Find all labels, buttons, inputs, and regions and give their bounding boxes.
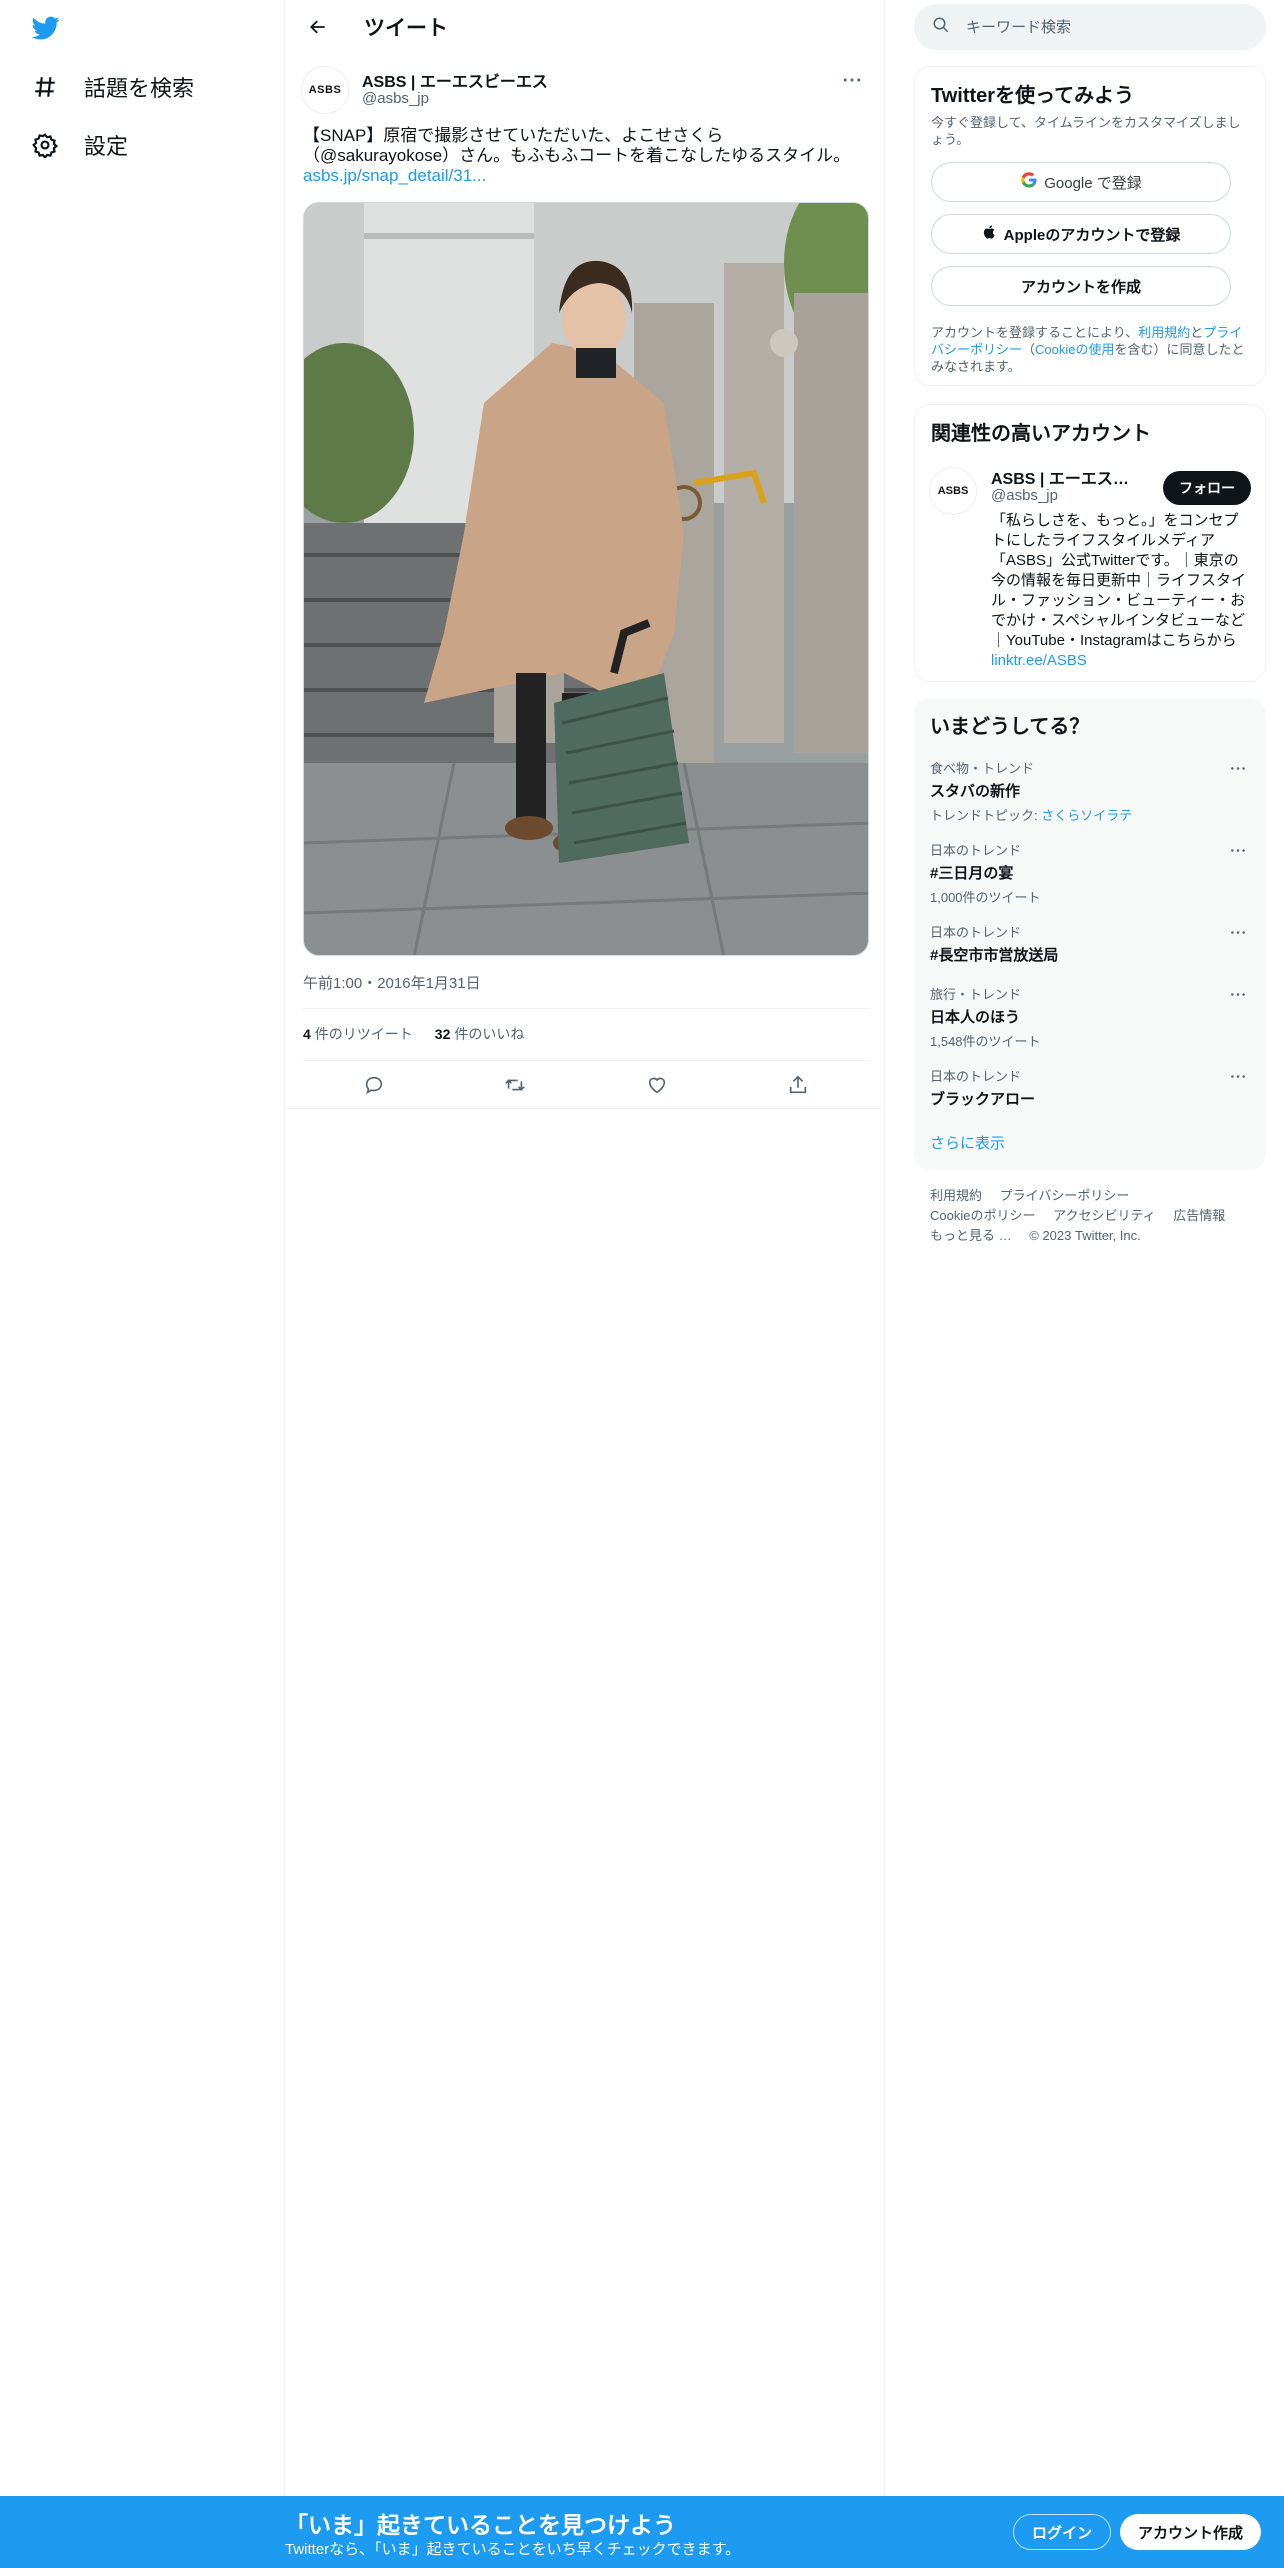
related-accounts-card: 関連性の高いアカウント ASBS ASBS | エーエスビ... @asbs_j… — [914, 404, 1266, 682]
tweet-body: 【SNAP】原宿で撮影させていただいた、よこせさくら（@sakurayokose… — [303, 126, 869, 186]
retweet-icon[interactable] — [495, 1065, 535, 1105]
trend-item[interactable]: 日本のトレンド #長空市市営放送局 — [930, 922, 1250, 965]
create-account-button[interactable]: アカウントを作成 — [931, 266, 1231, 306]
twitter-logo-icon[interactable] — [30, 14, 66, 44]
footer-link[interactable]: アクセシビリティ — [1053, 1208, 1156, 1223]
terms-link[interactable]: 利用規約 — [1138, 325, 1190, 340]
trend-count: 1,000件のツイート — [930, 890, 1041, 905]
bio-link[interactable]: linktr.ee/ASBS — [991, 651, 1253, 671]
more-options-icon[interactable] — [835, 68, 869, 92]
footer-link[interactable]: 広告情報 — [1173, 1208, 1225, 1223]
trend-meta: 日本のトレンド — [930, 1069, 1022, 1084]
like-count[interactable]: 32 件のいいね — [435, 1024, 525, 1044]
divider — [285, 1108, 885, 1109]
trend-count: 1,548件のツイート — [930, 1034, 1041, 1049]
left-navigation: 話題を検索 設定 — [0, 0, 285, 2496]
more-options-icon[interactable] — [1226, 1068, 1250, 1084]
trend-item[interactable]: 旅行・トレンド 日本人のほう 1,548件のツイート — [930, 984, 1250, 1050]
google-signup-button[interactable]: Google で登録 — [931, 162, 1231, 202]
tweet-link[interactable]: asbs.jp/snap_detail/31... — [303, 166, 869, 186]
related-account-name[interactable]: ASBS | エーエスビ... — [991, 465, 1141, 489]
google-signup-label: Google で登録 — [1044, 174, 1142, 192]
signup-title: Twitterを使ってみよう — [931, 85, 1135, 107]
trend-item[interactable]: 日本のトレンド #三日月の宴 1,000件のツイート — [930, 840, 1250, 906]
avatar[interactable]: ASBS — [929, 467, 977, 515]
trend-meta: 日本のトレンド — [930, 925, 1022, 940]
footer-link[interactable]: プライバシーポリシー — [1000, 1188, 1130, 1203]
trend-meta: 旅行・トレンド — [930, 987, 1022, 1002]
create-account-label: アカウントを作成 — [1020, 278, 1141, 296]
copyright: © 2023 Twitter, Inc. — [1029, 1228, 1141, 1243]
main-column: ツイート ASBS ASBS | エーエスビーエス @asbs_jp 【SNAP… — [285, 0, 885, 2496]
trend-topic-link[interactable]: さくらソイラテ — [1041, 808, 1132, 823]
show-more-link[interactable]: さらに表示 — [930, 1132, 1005, 1153]
footer: 利用規約 プライバシーポリシー Cookieのポリシー アクセシビリティ 広告情… — [930, 1186, 1250, 1246]
nav-explore[interactable]: 話題を検索 — [30, 67, 194, 107]
nav-explore-label: 話題を検索 — [84, 76, 195, 101]
trend-name: ブラックアロー — [930, 1091, 1036, 1108]
cookie-link[interactable]: Cookieの使用 — [1035, 342, 1114, 357]
search-icon — [932, 16, 950, 39]
tweet-stats: 4 件のリツイート 32 件のいいね — [303, 1024, 524, 1044]
signup-card: Twitterを使ってみよう 今すぐ登録して、タイムラインをカスタマイズしましょ… — [914, 66, 1266, 386]
share-icon[interactable] — [778, 1065, 818, 1105]
tweet-author: ASBS ASBS | エーエスビーエス @asbs_jp — [301, 66, 869, 116]
login-button[interactable]: ログイン — [1013, 2514, 1112, 2550]
more-options-icon[interactable] — [1226, 986, 1250, 1002]
terms-text: アカウントを登録することにより、利用規約とプライバシーポリシー（Cookieの使… — [931, 325, 1245, 374]
tweet-timestamp[interactable]: 午前1:00・2016年1月31日 — [303, 972, 481, 993]
related-account-bio: 「私らしさを、もっと。」をコンセプトにしたライフスタイルメディア「ASBS」公式… — [991, 511, 1253, 671]
avatar[interactable]: ASBS — [301, 66, 349, 114]
footer-link[interactable]: 利用規約 — [930, 1188, 982, 1203]
bottom-banner: 「いま」起きていることを見つけよう Twitterなら、「いま」起きていることを… — [0, 2496, 1284, 2568]
like-heart-icon[interactable] — [637, 1065, 677, 1105]
trend-topic: トレンドトピック: さくらソイラテ — [930, 808, 1133, 823]
nav-settings[interactable]: 設定 — [30, 125, 128, 165]
search-input[interactable] — [964, 17, 1244, 37]
tweet-photo[interactable] — [303, 202, 869, 956]
author-handle[interactable]: @asbs_jp — [362, 90, 429, 107]
divider — [303, 1008, 869, 1009]
retweet-count[interactable]: 4 件のリツイート — [303, 1024, 413, 1044]
signup-button[interactable]: アカウント作成 — [1120, 2514, 1262, 2550]
more-options-icon[interactable] — [1226, 760, 1250, 776]
trend-item[interactable]: 食べ物・トレンド スタバの新作 トレンドトピック: さくらソイラテ — [930, 758, 1250, 824]
trends-card: いまどうしてる？ 食べ物・トレンド スタバの新作 トレンドトピック: さくらソイ… — [914, 698, 1266, 1170]
author-name[interactable]: ASBS | エーエスビーエス — [362, 68, 548, 92]
page-title: ツイート — [364, 17, 448, 40]
more-options-icon[interactable] — [1226, 924, 1250, 940]
banner-subtitle: Twitterなら、「いま」起きていることをいち早くチェックできます。 — [285, 2541, 741, 2558]
search-bar[interactable] — [914, 4, 1266, 50]
tweet-actions — [303, 1064, 869, 1106]
apple-signup-label: Appleのアカウントで登録 — [1003, 226, 1181, 244]
related-account-handle[interactable]: @asbs_jp — [991, 487, 1058, 504]
trend-name: #長空市市営放送局 — [930, 947, 1059, 964]
trend-item[interactable]: 日本のトレンド ブラックアロー — [930, 1066, 1250, 1109]
related-title: 関連性の高いアカウント — [931, 423, 1151, 445]
trends-title: いまどうしてる？ — [930, 716, 1090, 738]
tweet-text: 【SNAP】原宿で撮影させていただいた、よこせさくら（@sakurayokose… — [303, 126, 851, 165]
banner-title: 「いま」起きていることを見つけよう — [285, 2512, 676, 2538]
apple-icon — [982, 223, 998, 245]
more-options-icon[interactable] — [1226, 842, 1250, 858]
signup-subtitle: 今すぐ登録して、タイムラインをカスタマイズしましょう。 — [931, 115, 1241, 147]
back-arrow-icon[interactable] — [300, 9, 336, 45]
trend-name: スタバの新作 — [930, 783, 1021, 800]
reply-icon[interactable] — [354, 1065, 394, 1105]
trend-name: 日本人のほう — [930, 1009, 1021, 1026]
apple-signup-button[interactable]: Appleのアカウントで登録 — [931, 214, 1231, 254]
hashtag-icon — [30, 72, 60, 102]
divider — [303, 1060, 869, 1061]
footer-link[interactable]: Cookieのポリシー — [930, 1208, 1035, 1223]
header: ツイート — [285, 0, 884, 54]
trend-meta: 日本のトレンド — [930, 843, 1022, 858]
trend-meta: 食べ物・トレンド — [930, 761, 1035, 776]
footer-link[interactable]: もっと見る … — [930, 1228, 1012, 1243]
follow-button[interactable]: フォロー — [1163, 471, 1251, 505]
nav-settings-label: 設定 — [84, 134, 129, 159]
google-icon — [1020, 171, 1038, 193]
trend-name: #三日月の宴 — [930, 865, 1014, 882]
gear-icon — [30, 130, 60, 160]
